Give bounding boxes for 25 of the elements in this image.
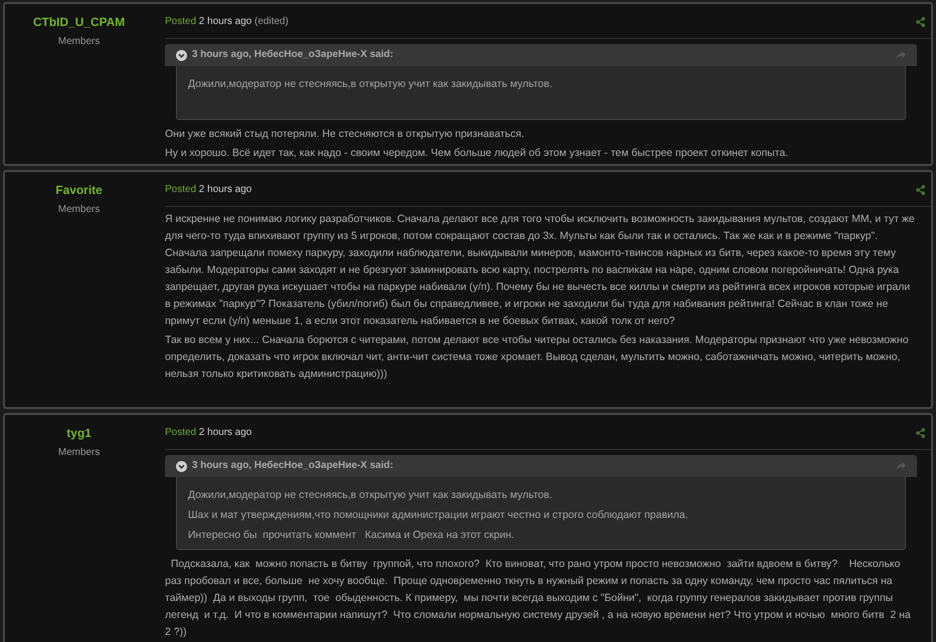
member-group: Members [58, 203, 100, 217]
member-group: Members [58, 35, 100, 49]
quote-text: Шах и мат утверждениям,что помощники администрации играют честно и строго соблюдают правила. [188, 508, 690, 523]
quote-citation: 3 hours ago, НебесНое_оЗареНие-X said: [192, 48, 394, 62]
post-text: Ну и хорошо. Всё идет так, как надо - своим чередом. Чем больше людей об этом узнает - тем быстрее проект откинет копыта. [165, 146, 790, 161]
post-timestamp: Posted 2 hours ago [165, 183, 252, 197]
quote-text: Интересно бы прочитать коммент Касима и Ореха на этот скрин. [188, 528, 516, 543]
share-icon[interactable] [916, 428, 925, 438]
quote-text: Дожили,модератор не стесняясь,в открытую учит как закидывать мультов. [188, 77, 554, 92]
post-timestamp: Posted 2 hours ago [165, 426, 252, 440]
username-link[interactable]: tyg1 [66, 423, 92, 443]
post-text: Подсказала, как можно попасть в битву группой, что плохого? Кто виноват, что рано утром просто невозможно зайти вдвоем в битву? Несколько раз пробовал и все, больше не хочу вообще. Проще одновременно ткнуть в нужный режим и попасть за одну команду, чем просто час пялиться на таймер)) Да и выходы групп, тое обыденность. К примеру, мы почти всегда выходим с "Бойни", когда группу генералов закидывает против группы легенд и т.д. И что в комментарии напишут? Что сломали нормальную систему друзей , а на новую времени нет? Что утром и ночью много битв 2 на 2 ?)) [165, 557, 912, 640]
username-link[interactable]: CTbID_U_CPAM [33, 12, 125, 32]
post-text: Они уже всякий стыд потеряли. Не стесняются в открытую признаваться. [165, 127, 526, 142]
quote-text: Дожили,модератор не стесняясь,в открытую учит как закидывать мультов. [188, 488, 554, 503]
post-text: Так во всем у них... Сначала борются с читерами, потом делают все чтобы читеры остались без наказания. Модераторы признают что уже невозможно определить, доказать что игрок включал чит, анти-чит система тоже хромает. Вывод сделан, мультить можно, саботажничать можно, читерить можно, нельзя только критиковать администрацию))) [165, 333, 910, 382]
share-icon[interactable] [916, 185, 925, 195]
username-link[interactable]: Favorite [56, 180, 102, 200]
chevron-down-icon[interactable] [176, 460, 187, 472]
post-text: Я искренне не понимаю логику разработчиков. Сначала делают все для того чтобы исключить возможность закидывания мультов, создают ММ, и тут же для чего-то туда впихивают группу из 5 игроков, потом сокращают состав до 3х. Мульты как были так и остались. Так же как и в режиме "паркур". Сначала запрещали помеху паркуру, заходили наблюдатели, выкидывали минеров, мамонто-твинсов нарных из битв, через какое-то время эту тему забыли. Модераторы сами заходят и не брезгуют заминировать всю карту, пострелять по васпикам на наре, одним словом погеройничать! Одна рука запрещает, другая рука искушает чтобы на паркуре набивали (у/п). Почему бы не вычесть все киллы и смерти из рейтинга всех игроков которые играли в режимах "паркур"? Показатель (убил/погиб) был бы справедливее, и игроки не заходили бы туда для набивания рейтинга! Сейчас в клан тоже не примут если (у/п) меньше 1, а если этот показатель набивается в не боевых битвах, какой толк от него? [165, 212, 916, 329]
quote-citation: 3 hours ago, НебесНое_оЗареНие-X said: [192, 459, 394, 473]
member-group: Members [58, 446, 100, 460]
post-timestamp: Posted 2 hours ago (edited) [165, 15, 288, 29]
chevron-down-icon[interactable] [176, 50, 187, 60]
share-icon[interactable] [916, 17, 925, 27]
